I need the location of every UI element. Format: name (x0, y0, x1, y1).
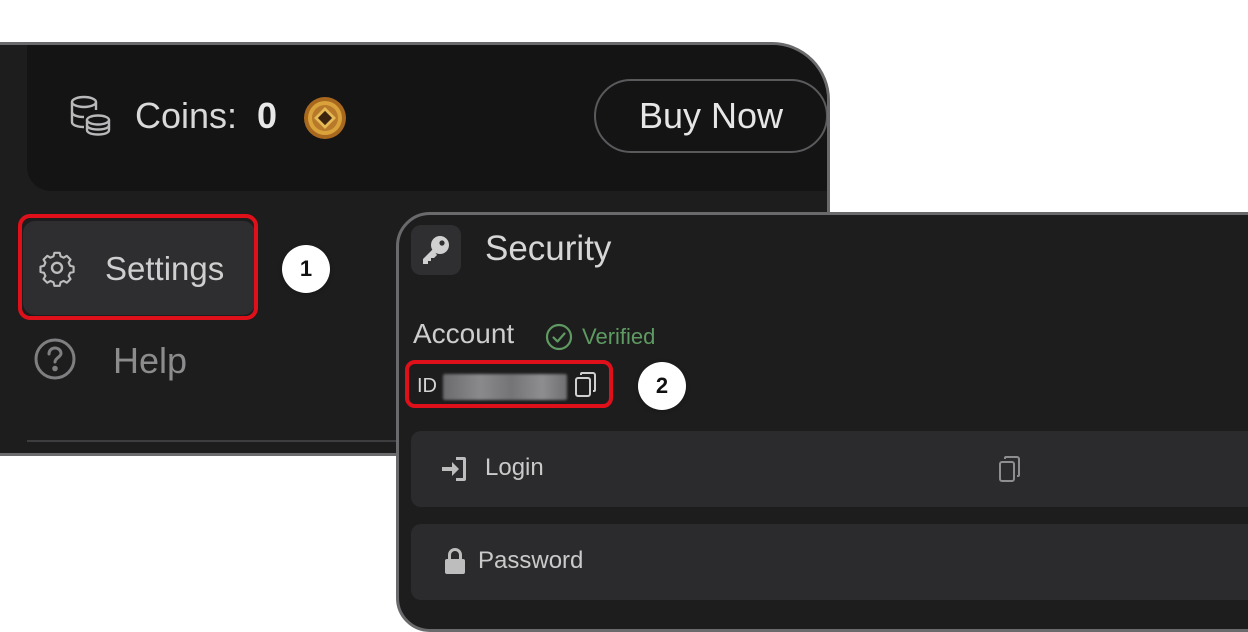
buy-now-button[interactable]: Buy Now (594, 79, 827, 153)
login-row-label: Login (485, 454, 544, 481)
settings-highlight-box (18, 214, 258, 320)
copy-login-icon[interactable] (997, 454, 1023, 484)
login-icon (439, 453, 471, 485)
password-row[interactable]: Password (411, 524, 1248, 600)
step-marker-1: 1 (282, 245, 330, 293)
step-marker-2: 2 (638, 362, 686, 410)
page-title: Security (485, 229, 612, 268)
security-panel: Security Account Verified ID Login Passw… (396, 212, 1248, 632)
help-icon (33, 337, 77, 381)
coins-label: Coins: (135, 95, 238, 136)
menu-item-help[interactable]: Help (113, 340, 187, 382)
coins-stack-icon (67, 93, 113, 139)
check-circle-icon (545, 323, 573, 351)
login-row[interactable]: Login (411, 431, 1248, 507)
gold-coin-icon (303, 96, 347, 140)
account-id-highlight-box (405, 360, 613, 408)
coins-balance: 0 (257, 95, 278, 136)
lock-icon (439, 546, 471, 578)
verified-badge: Verified (582, 324, 656, 349)
security-badge (411, 225, 461, 275)
account-label: Account (413, 318, 515, 349)
password-row-label: Password (478, 547, 584, 574)
coins-card: Coins: 0 Buy Now (27, 45, 827, 191)
